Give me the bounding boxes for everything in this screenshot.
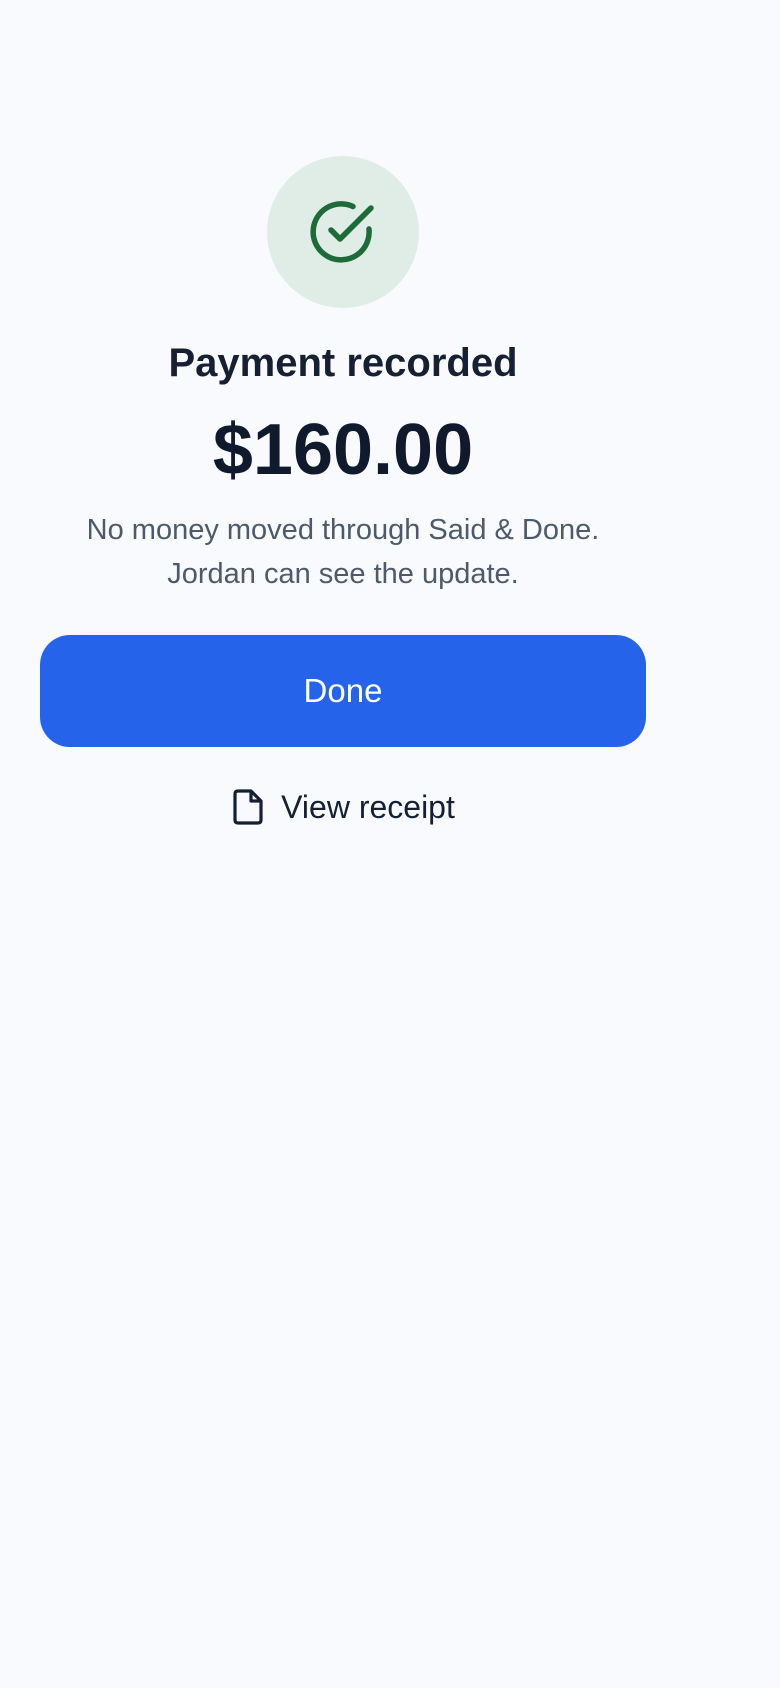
success-badge: [267, 156, 419, 308]
view-receipt-link[interactable]: View receipt: [40, 784, 646, 830]
check-circle-icon: [310, 201, 374, 263]
description-line-2: Jordan can see the update.: [167, 558, 519, 590]
view-receipt-label: View receipt: [281, 788, 455, 825]
description-line-1: No money moved through Said & Done.: [86, 514, 600, 546]
page-title: Payment recorded: [168, 341, 518, 385]
payment-confirmation-screen: Payment recorded $160.00 No money moved …: [0, 0, 780, 1688]
confirmation-description: No money moved through Said & Done. Jord…: [20, 508, 666, 596]
done-button[interactable]: Done: [40, 635, 646, 747]
payment-amount: $160.00: [212, 410, 474, 490]
file-icon: [233, 789, 263, 825]
